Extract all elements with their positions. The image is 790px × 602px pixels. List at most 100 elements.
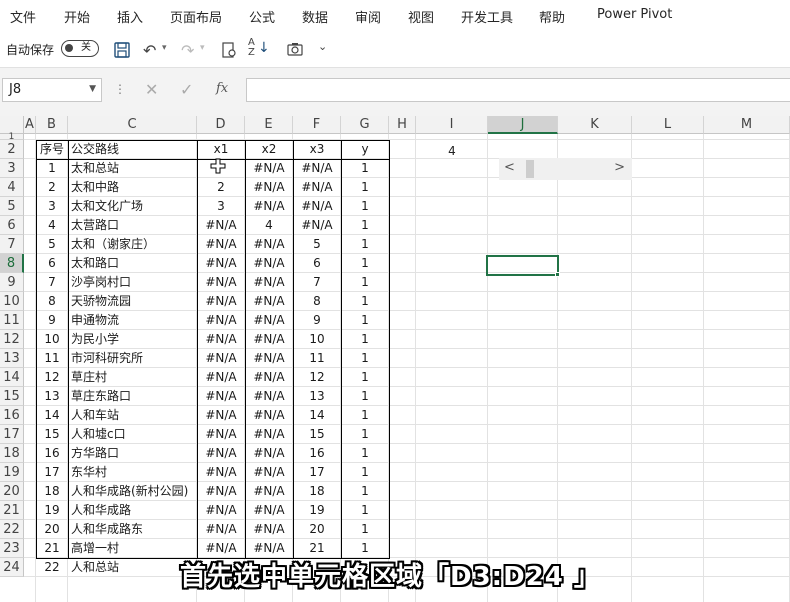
table-cell-x3[interactable]: 12 [293, 368, 341, 387]
menu-6[interactable]: 数据 [302, 7, 328, 26]
table-cell-x1[interactable]: #N/A [197, 349, 245, 368]
table-cell-route[interactable]: 人和总站 [68, 558, 197, 577]
table-cell-y[interactable]: 1 [341, 368, 389, 387]
col-header-h[interactable]: H [389, 116, 416, 134]
autosave-toggle[interactable]: 关 [61, 40, 99, 57]
table-cell-seq[interactable]: 14 [36, 406, 68, 425]
table-cell-seq[interactable]: 4 [36, 216, 68, 235]
scrollbar-control[interactable]: < > [499, 158, 632, 180]
table-cell-x2[interactable]: #N/A [245, 406, 293, 425]
row-header-3[interactable]: 3 [0, 159, 24, 178]
save-icon[interactable] [113, 41, 131, 62]
table-cell-seq[interactable]: 13 [36, 387, 68, 406]
table-cell-x2[interactable]: #N/A [245, 444, 293, 463]
menu-4[interactable]: 页面布局 [170, 7, 222, 26]
table-cell-seq[interactable]: 6 [36, 254, 68, 273]
row-header-19[interactable]: 19 [0, 463, 24, 482]
table-cell-x2[interactable]: 4 [245, 216, 293, 235]
col-header-e[interactable]: E [245, 116, 293, 134]
table-cell-x1[interactable]: #N/A [197, 216, 245, 235]
menu-3[interactable]: 插入 [117, 7, 143, 26]
table-cell-route[interactable]: 人和华成路(新村公园) [68, 482, 197, 501]
table-cell-x3[interactable]: 17 [293, 463, 341, 482]
table-cell-x3[interactable]: #N/A [293, 178, 341, 197]
row-header-17[interactable]: 17 [0, 425, 24, 444]
redo-icon[interactable]: ↷ [181, 41, 194, 60]
table-cell-x1[interactable]: #N/A [197, 330, 245, 349]
table-cell-y[interactable]: 1 [341, 178, 389, 197]
menu-2[interactable]: 开始 [64, 7, 90, 26]
table-cell-seq[interactable]: 1 [36, 159, 68, 178]
table-cell-route[interactable]: 方华路口 [68, 444, 197, 463]
insert-function-icon[interactable]: fx [216, 81, 228, 96]
table-cell-x1[interactable]: #N/A [197, 387, 245, 406]
camera-icon[interactable] [286, 41, 304, 60]
col-header-m[interactable]: M [704, 116, 790, 134]
row-header-14[interactable]: 14 [0, 368, 24, 387]
table-cell-seq[interactable]: 15 [36, 425, 68, 444]
table-cell-x2[interactable]: #N/A [245, 501, 293, 520]
redo-dropdown-icon[interactable]: ▾ [200, 43, 205, 53]
table-cell-x3[interactable]: 16 [293, 444, 341, 463]
row-header-24[interactable]: 24 [0, 558, 24, 577]
table-cell-seq[interactable]: 19 [36, 501, 68, 520]
undo-dropdown-icon[interactable]: ▾ [162, 43, 167, 53]
table-cell-route[interactable]: 市河科研究所 [68, 349, 197, 368]
col-header-g[interactable]: G [341, 116, 389, 134]
menu-8[interactable]: 视图 [408, 7, 434, 26]
row-header-23[interactable]: 23 [0, 539, 24, 558]
col-header-l[interactable]: L [632, 116, 704, 134]
row-header-16[interactable]: 16 [0, 406, 24, 425]
table-cell-x1[interactable]: #N/A [197, 235, 245, 254]
table-cell-x2[interactable]: #N/A [245, 330, 293, 349]
table-cell-x2[interactable]: #N/A [245, 292, 293, 311]
table-cell-route[interactable]: 人和车站 [68, 406, 197, 425]
table-cell-x3[interactable]: 11 [293, 349, 341, 368]
table-cell-x2[interactable]: #N/A [245, 520, 293, 539]
table-cell-x2[interactable]: #N/A [245, 425, 293, 444]
menu-5[interactable]: 公式 [249, 7, 275, 26]
row-header-8[interactable]: 8 [0, 254, 24, 273]
table-cell-y[interactable]: 1 [341, 235, 389, 254]
menu-7[interactable]: 审阅 [355, 7, 381, 26]
table-cell-x3[interactable]: 10 [293, 330, 341, 349]
row-header-22[interactable]: 22 [0, 520, 24, 539]
table-cell-x1[interactable]: #N/A [197, 444, 245, 463]
fill-handle[interactable] [555, 272, 560, 277]
table-cell-x1[interactable]: #N/A [197, 292, 245, 311]
table-cell-y[interactable]: 1 [341, 482, 389, 501]
table-cell-x3[interactable]: 18 [293, 482, 341, 501]
table-cell-x3[interactable]: 7 [293, 273, 341, 292]
undo-icon[interactable]: ↶ [143, 41, 156, 60]
table-cell-x2[interactable]: #N/A [245, 349, 293, 368]
sort-az-icon[interactable]: AZ [248, 38, 255, 58]
row-header-20[interactable]: 20 [0, 482, 24, 501]
row-header-11[interactable]: 11 [0, 311, 24, 330]
table-cell-seq[interactable]: 5 [36, 235, 68, 254]
col-header-i[interactable]: I [416, 116, 488, 134]
table-cell-y[interactable]: 1 [341, 254, 389, 273]
row-header-13[interactable]: 13 [0, 349, 24, 368]
table-cell-x1[interactable]: 3 [197, 197, 245, 216]
table-cell-seq[interactable]: 8 [36, 292, 68, 311]
table-cell-route[interactable]: 草庄村 [68, 368, 197, 387]
table-cell-x3[interactable]: 6 [293, 254, 341, 273]
table-cell-route[interactable]: 高增一村 [68, 539, 197, 558]
menu-10[interactable]: 帮助 [539, 7, 565, 26]
scroll-left-icon[interactable]: < [504, 160, 515, 175]
table-cell-x2[interactable]: #N/A [245, 482, 293, 501]
menu-9[interactable]: 开发工具 [461, 7, 513, 26]
table-cell-x3[interactable]: 5 [293, 235, 341, 254]
row-header-21[interactable]: 21 [0, 501, 24, 520]
table-cell-y[interactable]: 1 [341, 330, 389, 349]
table-cell-x1[interactable]: #N/A [197, 311, 245, 330]
print-preview-icon[interactable] [220, 41, 238, 62]
table-cell-y[interactable]: 1 [341, 292, 389, 311]
table-cell-y[interactable]: 1 [341, 406, 389, 425]
table-cell-seq[interactable]: 3 [36, 197, 68, 216]
table-cell-x3[interactable]: 9 [293, 311, 341, 330]
table-cell-y[interactable]: 1 [341, 520, 389, 539]
table-cell-seq[interactable]: 21 [36, 539, 68, 558]
col-header-j[interactable]: J [488, 116, 558, 134]
table-cell-x1[interactable]: #N/A [197, 425, 245, 444]
